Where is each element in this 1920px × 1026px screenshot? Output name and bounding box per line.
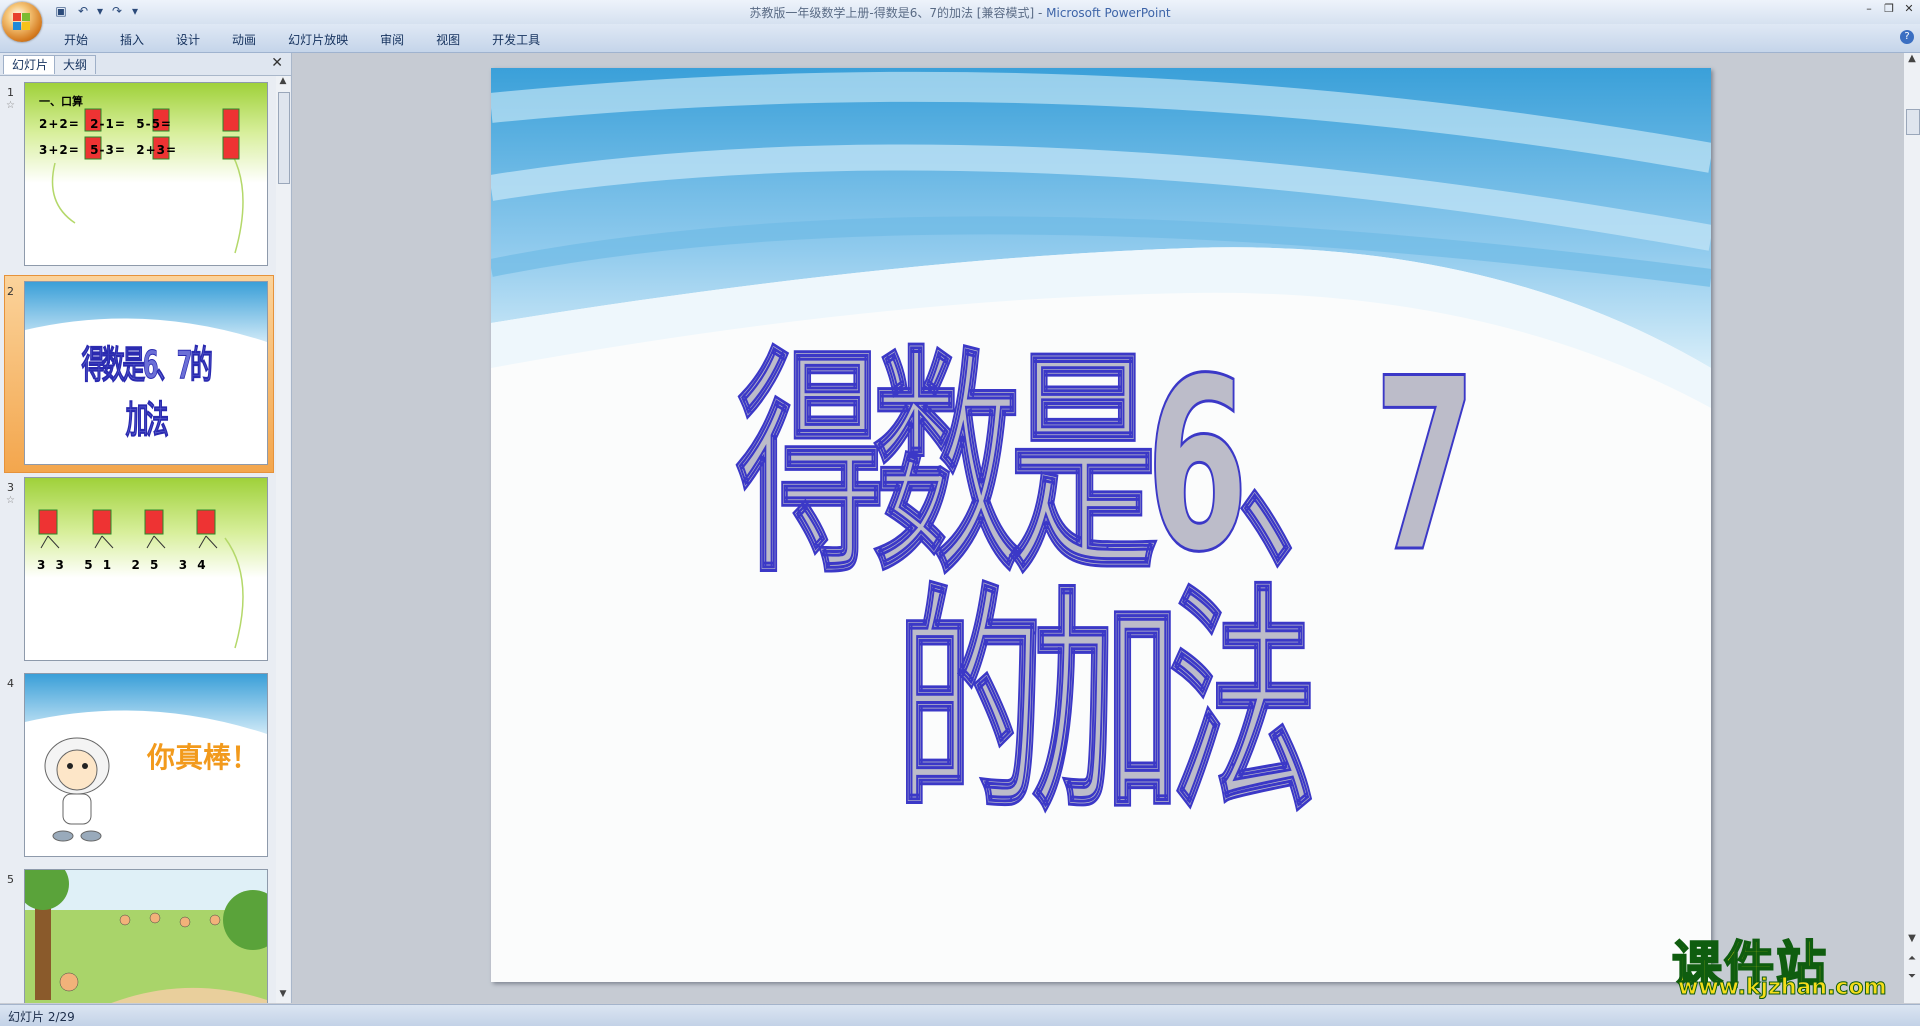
restore-icon[interactable]: ❐	[1882, 2, 1896, 16]
slide-preview	[24, 869, 268, 1003]
slide-thumbnail-4[interactable]: 4 你真棒！	[0, 673, 274, 863]
slide-number: 5	[7, 873, 14, 886]
slide-5-picture	[25, 870, 267, 1003]
slide-title[interactable]: 得数是6、7的加法	[723, 346, 1479, 825]
document-title: 苏教版一年级数学上册-得数是6、7的加法 [兼容模式] -	[749, 6, 1047, 20]
animation-star-icon: ☆	[6, 100, 15, 111]
slide-thumbnail-1[interactable]: 1 ☆ 一、口算 2+2= 2-1= 5-5= 3+2= 5-3= 2+3=	[0, 82, 274, 272]
slide-number: 3	[7, 481, 14, 494]
app-name: Microsoft PowerPoint	[1046, 6, 1171, 20]
tab-review[interactable]: 审阅	[364, 28, 420, 51]
tab-outline[interactable]: 大纲	[54, 55, 97, 74]
slide-1-background	[25, 83, 267, 265]
animation-star-icon: ☆	[6, 495, 15, 506]
tab-view[interactable]: 视图	[420, 28, 476, 51]
slide-4-text: 你真棒！	[147, 741, 260, 774]
scroll-down-icon[interactable]: ▼	[276, 989, 290, 1003]
slide-2-title: 得数是6、7的加法	[81, 343, 213, 443]
slide-preview: 你真棒！	[24, 673, 268, 857]
close-icon[interactable]: ✕	[1902, 2, 1916, 16]
watermark-url: www.kjzhan.com	[1678, 975, 1888, 1001]
slide-1-row2: 3+2= 5-3= 2+3=	[39, 143, 178, 157]
slide-1-heading: 一、口算	[39, 95, 83, 108]
scroll-thumb[interactable]	[1906, 109, 1920, 135]
slide-preview: 得数是6、7的加法	[24, 281, 268, 465]
window-title: 苏教版一年级数学上册-得数是6、7的加法 [兼容模式] - Microsoft …	[0, 4, 1920, 21]
status-bar: 幻灯片 2/29	[0, 1004, 1920, 1026]
editor-scrollbar[interactable]: ▲ ▼ ⏶ ⏷	[1904, 53, 1920, 1003]
slide-preview: 一、口算 2+2= 2-1= 5-5= 3+2= 5-3= 2+3=	[24, 82, 268, 266]
ribbon: 开始 插入 设计 动画 幻灯片放映 审阅 视图 开发工具 ?	[0, 24, 1920, 53]
tab-insert[interactable]: 插入	[104, 28, 160, 51]
slide-thumbnails: 1 ☆ 一、口算 2+2= 2-1= 5-5= 3+2= 5-3= 2+3= 2	[0, 76, 274, 1003]
title-bar: ▣ ↶ ▾ ↷ ▾ 苏教版一年级数学上册-得数是6、7的加法 [兼容模式] - …	[0, 0, 1920, 24]
close-pane-icon[interactable]: ✕	[271, 55, 283, 71]
tab-design[interactable]: 设计	[160, 28, 216, 51]
current-slide[interactable]: 得数是6、7的加法	[491, 68, 1711, 982]
office-button[interactable]	[2, 2, 42, 42]
window-controls: – ❐ ✕	[1862, 2, 1916, 16]
minimize-icon[interactable]: –	[1862, 2, 1876, 16]
slide-number: 1	[7, 86, 14, 99]
tab-slideshow[interactable]: 幻灯片放映	[272, 28, 364, 51]
slide-thumbnail-5[interactable]: 5	[0, 869, 274, 1003]
help-icon[interactable]: ?	[1900, 30, 1914, 44]
previous-slide-icon[interactable]: ⏶	[1904, 953, 1920, 967]
scroll-up-icon[interactable]: ▲	[1904, 53, 1920, 67]
tab-developer[interactable]: 开发工具	[476, 28, 556, 51]
slide-thumbnail-3[interactable]: 3 ☆ 3 3 5 1 2 5 3 4	[0, 477, 274, 667]
slide-preview: 3 3 5 1 2 5 3 4	[24, 477, 268, 661]
pane-tabs: 幻灯片 大纲 ✕	[0, 53, 291, 76]
scroll-thumb[interactable]	[278, 92, 290, 184]
next-slide-icon[interactable]: ⏷	[1904, 971, 1920, 985]
ribbon-tabs: 开始 插入 设计 动画 幻灯片放映 审阅 视图 开发工具	[48, 28, 556, 51]
tab-slides[interactable]: 幻灯片	[3, 55, 58, 74]
tab-home[interactable]: 开始	[48, 28, 104, 51]
watermark-logo: 课件站 www.kjzhan.com	[1668, 925, 1904, 1005]
slide-1-row1: 2+2= 2-1= 5-5=	[39, 117, 172, 131]
slide-thumbnail-2[interactable]: 2 得数是6、7的加法	[0, 281, 274, 471]
tab-animations[interactable]: 动画	[216, 28, 272, 51]
office-logo-icon	[13, 13, 31, 31]
scroll-down-icon[interactable]: ▼	[1904, 933, 1920, 947]
slide-number: 4	[7, 677, 14, 690]
slide-3-numbers: 3 3 5 1 2 5 3 4	[37, 558, 206, 572]
slide-indicator: 幻灯片 2/29	[8, 1010, 75, 1024]
scroll-up-icon[interactable]: ▲	[276, 76, 290, 90]
thumbnail-scrollbar[interactable]: ▲ ▼	[276, 76, 290, 1003]
slides-pane: 幻灯片 大纲 ✕ 1 ☆ 一、口算 2+2= 2-1= 5-5= 3+2= 5-…	[0, 53, 292, 1003]
slide-number: 2	[7, 285, 14, 298]
